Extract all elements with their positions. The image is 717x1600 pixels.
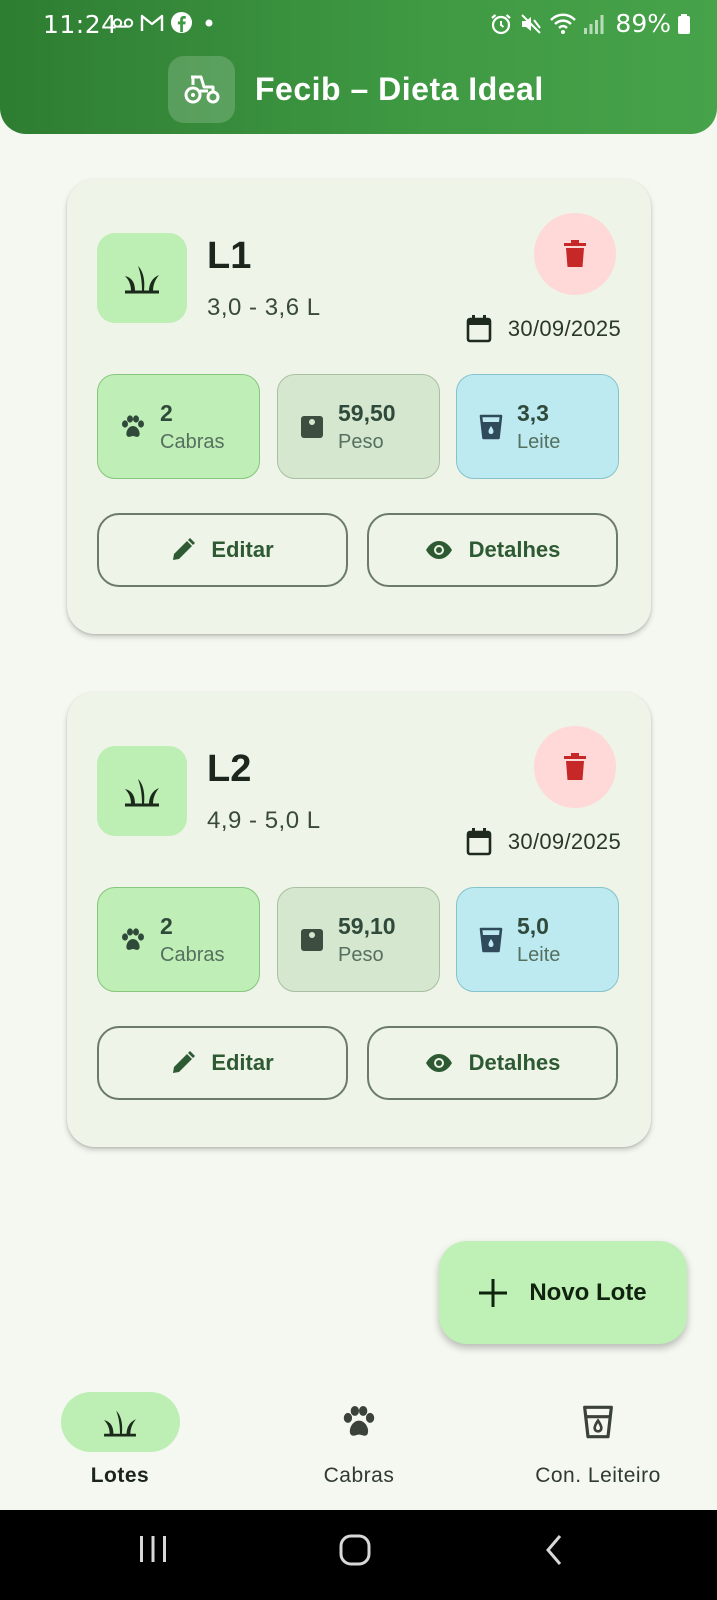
- paw-icon: [122, 414, 144, 437]
- details-label: Detalhes: [468, 537, 561, 562]
- goats-label: Cabras: [160, 430, 225, 453]
- scale-icon: [301, 928, 323, 951]
- lot-name: L2: [207, 748, 252, 790]
- mute-icon: [521, 13, 542, 34]
- details-label: Detalhes: [468, 1050, 561, 1075]
- trash-icon: [564, 240, 586, 267]
- weight-label: Peso: [338, 430, 384, 453]
- gmail-icon: [140, 14, 164, 31]
- lot-range: 4,9 - 5,0 L: [207, 807, 321, 834]
- milk-cup-icon: [479, 927, 503, 952]
- eye-icon: [425, 541, 452, 559]
- weight-value: 59,10: [338, 912, 396, 939]
- date-text: 30/09/2025: [507, 829, 621, 854]
- details-button[interactable]: Detalhes: [367, 1026, 618, 1100]
- app-bar: 11:24 89% Fecib – Dieta Ideal: [0, 0, 717, 134]
- battery-icon: [678, 13, 690, 34]
- home-button[interactable]: [339, 1534, 371, 1566]
- goats-stat: 2 Cabras: [97, 374, 260, 479]
- milk-cup-icon: [583, 1405, 613, 1439]
- plus-icon: [479, 1278, 508, 1307]
- nav-item-lotes[interactable]: Lotes: [20, 1392, 220, 1488]
- calendar-icon: [466, 828, 492, 856]
- lot-range: 3,0 - 3,6 L: [207, 294, 321, 321]
- new-lot-label: Novo Lote: [529, 1278, 647, 1306]
- date-text: 30/09/2025: [507, 316, 621, 341]
- milk-value: 3,3: [517, 399, 549, 426]
- scale-icon: [301, 415, 323, 438]
- weight-label: Peso: [338, 943, 384, 966]
- alarm-icon: [491, 13, 512, 34]
- milk-cup-icon: [479, 414, 503, 439]
- eye-icon: [425, 1054, 452, 1072]
- goats-value: 2: [160, 399, 173, 426]
- home-icon: [339, 1534, 371, 1566]
- voicemail-icon: [112, 17, 134, 28]
- pencil-icon: [173, 538, 196, 560]
- delete-button[interactable]: [534, 213, 616, 295]
- recent-apps-icon: [140, 1536, 166, 1562]
- weight-stat: 59,50 Peso: [277, 374, 440, 479]
- weight-stat: 59,10 Peso: [277, 887, 440, 992]
- milk-value: 5,0: [517, 912, 549, 939]
- nav-item-cabras[interactable]: Cabras: [259, 1392, 459, 1488]
- system-nav-bar: [0, 1510, 717, 1600]
- nav-indicator: [539, 1392, 658, 1452]
- milk-label: Leite: [517, 430, 561, 453]
- milk-stat: 5,0 Leite: [456, 887, 619, 992]
- grass-icon: [104, 1410, 136, 1437]
- recent-apps-button[interactable]: [137, 1534, 169, 1564]
- facebook-icon: [170, 11, 193, 34]
- status-right-icons: 89%: [489, 9, 691, 38]
- edit-label: Editar: [211, 1050, 274, 1075]
- nav-label-con-leiteiro: Con. Leiteiro: [535, 1464, 661, 1487]
- app-title: Fecib – Dieta Ideal: [255, 70, 544, 107]
- grass-icon: [125, 779, 159, 807]
- lot-date: 30/09/2025: [466, 315, 621, 343]
- grass-icon: [125, 266, 159, 294]
- delete-button[interactable]: [534, 726, 616, 808]
- back-icon: [546, 1535, 562, 1565]
- goats-value: 2: [160, 912, 173, 939]
- bottom-nav: Lotes Cabras Con. Leiteiro: [0, 1372, 717, 1510]
- milk-label: Leite: [517, 943, 561, 966]
- edit-button[interactable]: Editar: [97, 1026, 348, 1100]
- nav-label-lotes: Lotes: [90, 1464, 150, 1487]
- status-time: 11:24: [43, 10, 118, 39]
- lot-icon: [97, 746, 187, 836]
- tractor-icon: [184, 75, 219, 104]
- title-row: Fecib – Dieta Ideal: [168, 55, 544, 123]
- weight-value: 59,50: [338, 399, 396, 426]
- goats-stat: 2 Cabras: [97, 887, 260, 992]
- battery-percent: 89%: [615, 9, 671, 38]
- paw-icon: [122, 927, 144, 950]
- lot-name: L1: [207, 235, 252, 277]
- milk-stat: 3,3 Leite: [456, 374, 619, 479]
- nav-label-cabras: Cabras: [323, 1464, 395, 1487]
- app-logo: [168, 55, 235, 123]
- pencil-icon: [173, 1051, 196, 1073]
- nav-indicator: [60, 1392, 180, 1452]
- trash-icon: [564, 753, 586, 780]
- lot-card: L1 3,0 - 3,6 L 30/09/2025 2 Cabras 59,50…: [67, 179, 651, 634]
- calendar-icon: [466, 315, 492, 343]
- status-left-icons: [112, 11, 219, 34]
- edit-label: Editar: [211, 537, 274, 562]
- signal-icon: [584, 14, 604, 34]
- nav-item-con-leiteiro[interactable]: Con. Leiteiro: [498, 1392, 698, 1488]
- new-lot-button[interactable]: Novo Lote: [439, 1241, 687, 1344]
- lot-date: 30/09/2025: [466, 828, 621, 856]
- wifi-icon: [550, 13, 577, 34]
- nav-indicator: [300, 1392, 419, 1452]
- lot-card: L2 4,9 - 5,0 L 30/09/2025 2 Cabras 59,10…: [67, 692, 651, 1147]
- dot-icon: [205, 19, 213, 26]
- back-button[interactable]: [544, 1534, 564, 1566]
- status-bar: 11:24 89%: [0, 0, 717, 48]
- details-button[interactable]: Detalhes: [367, 513, 618, 587]
- goats-label: Cabras: [160, 943, 225, 966]
- paw-icon: [343, 1405, 375, 1436]
- edit-button[interactable]: Editar: [97, 513, 348, 587]
- lot-icon: [97, 233, 187, 323]
